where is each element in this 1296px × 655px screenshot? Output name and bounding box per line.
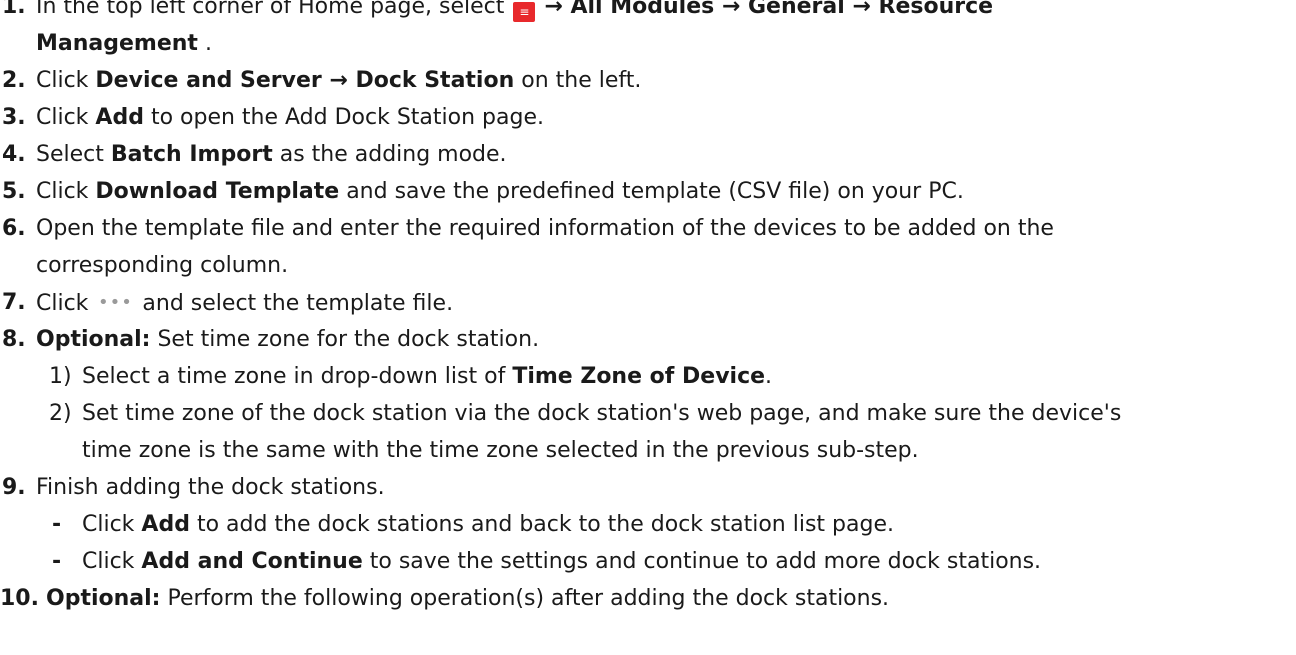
step-keyword: Add	[95, 105, 144, 130]
step-text: Select	[36, 142, 111, 167]
optional-label: Optional:	[46, 586, 161, 611]
step-text: In the top left corner of Home page, sel…	[36, 0, 512, 19]
step-text: Perform the following operation(s) after…	[160, 586, 890, 611]
step-text: on the left.	[514, 68, 642, 93]
step-text: Set time zone for the dock station.	[150, 327, 540, 352]
step-number: 3.	[2, 105, 26, 130]
step-keyword: Batch Import	[110, 142, 273, 167]
step-text: .	[197, 31, 212, 56]
bullet-dash: -	[52, 512, 62, 537]
step-text: to add the dock stations and back to the…	[189, 512, 894, 537]
step-number: 7.	[2, 290, 26, 315]
optional-label: Optional:	[36, 327, 151, 352]
step-keyword: Add	[141, 512, 190, 537]
step-text: as the adding mode.	[272, 142, 507, 167]
step-keyword: Add and Continue	[141, 549, 363, 574]
step-number: 5.	[2, 179, 26, 204]
step-number: 8.	[2, 327, 26, 352]
step-text: Click	[36, 179, 96, 204]
step-text: corresponding column.	[36, 253, 289, 278]
bullet-dash: -	[52, 549, 62, 574]
step-number: 6.	[2, 216, 26, 241]
step-text: .	[765, 364, 773, 389]
step-path: Device and Server → Dock Station	[95, 68, 515, 93]
step-text: to open the Add Dock Station page.	[143, 105, 544, 130]
step-text: Select a time zone in drop-down list of	[82, 364, 513, 389]
more-dots-icon: •••	[97, 292, 133, 313]
step-text: Click	[36, 105, 96, 130]
step-text: Set time zone of the dock station via th…	[82, 401, 1122, 426]
step-number: 9.	[2, 475, 26, 500]
step-text: Click	[82, 512, 142, 537]
step-number: 4.	[2, 142, 26, 167]
step-path: → All Modules → General → Resource	[544, 0, 994, 19]
menu-icon: ≡	[513, 2, 536, 22]
step-text: and save the predefined template (CSV fi…	[339, 179, 964, 204]
step-number: 2.	[2, 68, 26, 93]
step-keyword: Time Zone of Device	[512, 364, 766, 389]
step-text: Open the template file and enter the req…	[36, 216, 1054, 241]
step-number: 10.	[0, 586, 39, 611]
step-text: and select the template file.	[135, 291, 454, 316]
step-number: 1.	[2, 0, 26, 19]
step-text: time zone is the same with the time zone…	[82, 438, 919, 463]
step-text: Click	[36, 291, 96, 316]
substep-number: 1)	[49, 364, 72, 389]
step-text: Finish adding the dock stations.	[36, 475, 385, 500]
step-text: Click	[82, 549, 142, 574]
substep-number: 2)	[49, 401, 72, 426]
step-text: to save the settings and continue to add…	[362, 549, 1042, 574]
step-text: Click	[36, 68, 96, 93]
step-keyword: Download Template	[95, 179, 340, 204]
step-path-continued: Management	[36, 31, 198, 56]
